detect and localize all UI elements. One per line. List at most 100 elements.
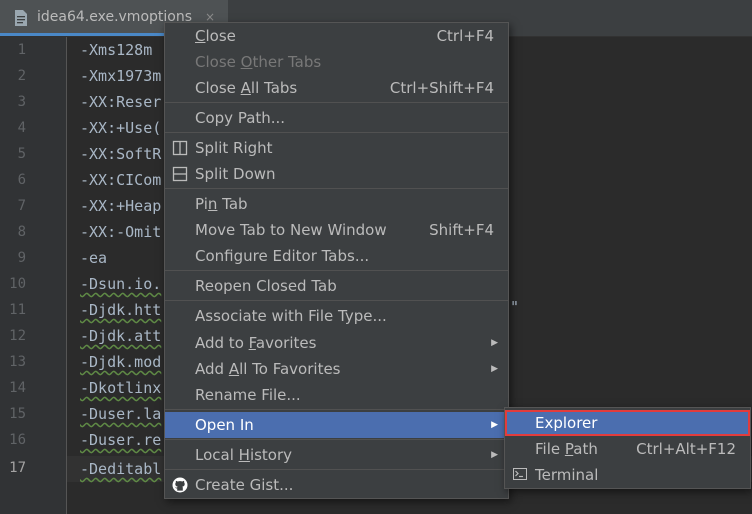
- menu-item-label: Tab: [217, 195, 248, 213]
- mnemonic: F: [248, 334, 256, 352]
- code-line[interactable]: -XX:Reser: [80, 89, 161, 115]
- line-number: 9: [17, 250, 26, 266]
- menu-item-pin-tab[interactable]: Pin Tab: [165, 191, 508, 217]
- shortcut-label: Ctrl+Alt+F12: [636, 440, 736, 458]
- submenu-arrow-icon: ▶: [491, 364, 498, 374]
- code-line-current[interactable]: -Deditabl: [80, 456, 161, 482]
- menu-item-close-other-tabs: Close Other Tabs: [165, 49, 508, 75]
- menu-item-open-in[interactable]: Open In ▶: [165, 412, 508, 438]
- line-number: 16: [9, 432, 26, 448]
- menu-item-label: Copy Path...: [195, 109, 286, 127]
- menu-item-label: Split Down: [195, 165, 276, 183]
- mnemonic: O: [240, 53, 253, 71]
- menu-item-label: Rename File...: [195, 386, 301, 404]
- mnemonic: A: [228, 360, 240, 378]
- submenu-arrow-icon: ▶: [491, 420, 498, 430]
- code-line[interactable]: -Duser.re: [80, 427, 161, 453]
- gutter-separator: [66, 37, 67, 514]
- tab-context-menu: Close Ctrl+F4 Close Other Tabs Close All…: [164, 22, 509, 499]
- line-number: 1: [17, 42, 26, 58]
- shortcut-label: Shift+F4: [429, 221, 494, 239]
- submenu-item-explorer[interactable]: Explorer: [505, 410, 750, 436]
- menu-item-label: Explorer: [535, 414, 598, 432]
- code-line[interactable]: -XX:CICom: [80, 167, 161, 193]
- menu-item-label: Move Tab to New Window: [195, 221, 387, 239]
- menu-item-label: istory: [249, 446, 293, 464]
- line-number: 3: [17, 94, 26, 110]
- open-in-submenu: Explorer File Path Ctrl+Alt+F12 Terminal: [504, 407, 751, 489]
- line-number: 10: [9, 276, 26, 292]
- menu-item-label: Terminal: [535, 466, 599, 484]
- menu-item-label: Open In: [195, 416, 254, 434]
- line-number: 4: [17, 120, 26, 136]
- line-number: 13: [9, 354, 26, 370]
- menu-item-label: Split Right: [195, 139, 273, 157]
- line-number-current: 17: [9, 460, 26, 476]
- code-line[interactable]: -XX:-Omit: [80, 219, 161, 245]
- code-line[interactable]: -Xmx1973m: [80, 63, 161, 89]
- menu-item-split-down[interactable]: Split Down: [165, 161, 508, 187]
- menu-separator: [165, 188, 508, 189]
- mnemonic: n: [207, 195, 218, 213]
- submenu-item-terminal[interactable]: Terminal: [505, 462, 750, 488]
- menu-item-reopen-closed-tab[interactable]: Reopen Closed Tab: [165, 273, 508, 299]
- menu-item-label: Add to: [195, 334, 249, 352]
- menu-separator: [165, 439, 508, 440]
- menu-item-label: Add: [195, 360, 229, 378]
- menu-item-label: ath: [573, 440, 598, 458]
- menu-item-close-all-tabs[interactable]: Close All Tabs Ctrl+Shift+F4: [165, 75, 508, 101]
- menu-item-copy-path[interactable]: Copy Path...: [165, 105, 508, 131]
- menu-item-create-gist[interactable]: Create Gist...: [165, 472, 508, 498]
- code-line[interactable]: -Djdk.htt: [80, 297, 161, 323]
- mnemonic: A: [240, 79, 251, 97]
- code-line[interactable]: -XX:SoftR: [80, 141, 161, 167]
- code-line[interactable]: -Xms128m: [80, 37, 152, 63]
- line-number: 5: [17, 146, 26, 162]
- menu-item-label: avorites: [255, 334, 317, 352]
- code-line[interactable]: -Duser.la: [80, 401, 161, 427]
- menu-item-split-right[interactable]: Split Right: [165, 135, 508, 161]
- menu-separator: [165, 102, 508, 103]
- submenu-arrow-icon: ▶: [491, 450, 498, 460]
- menu-item-label: Create Gist...: [195, 476, 294, 494]
- menu-item-label: Configure Editor Tabs...: [195, 247, 370, 265]
- line-number: 7: [17, 198, 26, 214]
- menu-separator: [165, 300, 508, 301]
- shortcut-label: Ctrl+F4: [436, 27, 494, 45]
- menu-separator: [165, 132, 508, 133]
- menu-item-add-all-to-favorites[interactable]: Add All To Favorites ▶: [165, 356, 508, 382]
- line-number: 12: [9, 328, 26, 344]
- code-fragment: ": [510, 298, 520, 316]
- menu-item-label: File: [535, 440, 565, 458]
- code-line[interactable]: -ea: [80, 245, 107, 271]
- menu-item-configure-editor-tabs[interactable]: Configure Editor Tabs...: [165, 243, 508, 269]
- code-line[interactable]: -XX:+Heap: [80, 193, 161, 219]
- menu-item-label: Associate with File Type...: [195, 307, 387, 325]
- split-vertical-icon: [172, 140, 188, 156]
- code-line[interactable]: -Dkotlinx: [80, 375, 161, 401]
- menu-item-label: ll To Favorites: [239, 360, 341, 378]
- code-line[interactable]: -Dsun.io.: [80, 271, 161, 297]
- menu-item-label: ther Tabs: [252, 53, 322, 71]
- code-line[interactable]: -Djdk.mod: [80, 349, 161, 375]
- code-line[interactable]: -Djdk.att: [80, 323, 161, 349]
- github-icon: [172, 477, 188, 493]
- submenu-item-file-path[interactable]: File Path Ctrl+Alt+F12: [505, 436, 750, 462]
- menu-item-close[interactable]: Close Ctrl+F4: [165, 23, 508, 49]
- menu-item-rename-file[interactable]: Rename File...: [165, 382, 508, 408]
- mnemonic: C: [195, 27, 206, 45]
- menu-item-label: Local: [195, 446, 239, 464]
- menu-item-label: Reopen Closed Tab: [195, 277, 337, 295]
- menu-item-local-history[interactable]: Local History ▶: [165, 442, 508, 468]
- mnemonic: P: [564, 440, 574, 458]
- menu-item-associate-file-type[interactable]: Associate with File Type...: [165, 303, 508, 329]
- menu-item-add-to-favorites[interactable]: Add to Favorites ▶: [165, 330, 508, 356]
- split-horizontal-icon: [172, 166, 188, 182]
- line-number: 2: [17, 68, 26, 84]
- line-number: 14: [9, 380, 26, 396]
- submenu-arrow-icon: ▶: [491, 338, 498, 348]
- menu-separator: [165, 270, 508, 271]
- code-line[interactable]: -XX:+Use(: [80, 115, 161, 141]
- terminal-icon: [513, 468, 527, 480]
- menu-item-move-tab-new-window[interactable]: Move Tab to New Window Shift+F4: [165, 217, 508, 243]
